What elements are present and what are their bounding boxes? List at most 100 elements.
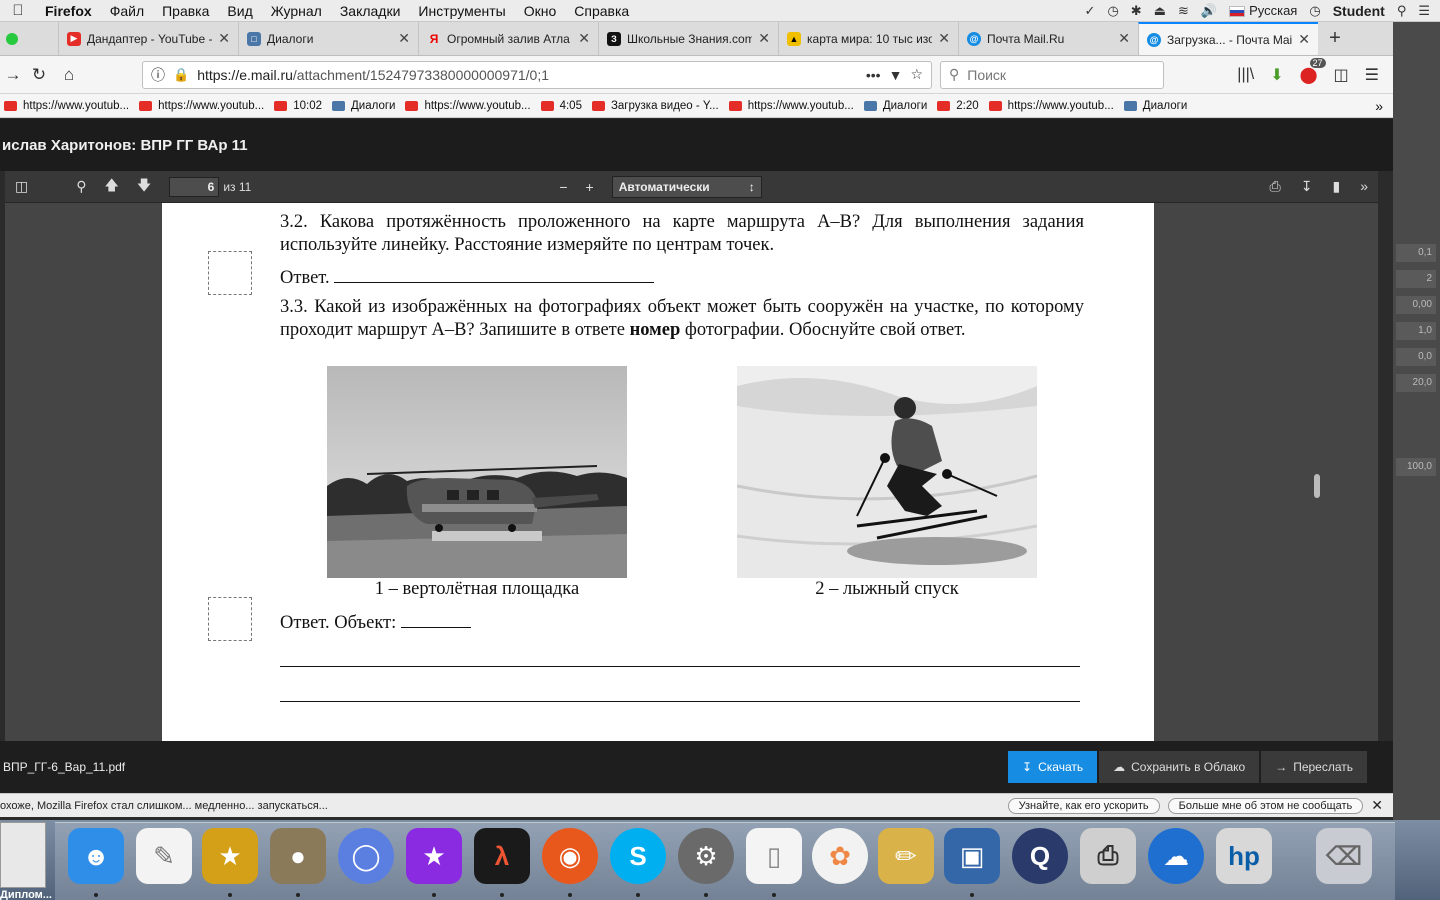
paint-icon[interactable]: ✏	[878, 828, 934, 884]
bookmark-item[interactable]: https://www.youtub...	[728, 100, 854, 112]
quicktime-icon[interactable]: Q	[1012, 828, 1068, 884]
bookmark-item[interactable]: Диалоги	[332, 100, 395, 112]
system-preferences-icon[interactable]: ⚙	[678, 828, 734, 884]
zoom-window-button[interactable]	[6, 32, 18, 45]
finder-icon[interactable]: ☻	[68, 828, 124, 884]
chrome-icon[interactable]: ◯	[338, 828, 394, 884]
tab-loading-mail[interactable]: @ Загрузка... - Почта Mai ✕	[1138, 22, 1318, 55]
download-icon[interactable]: ↧	[1301, 178, 1313, 195]
input-language[interactable]: Русская	[1229, 3, 1297, 18]
new-tab-button[interactable]: +	[1318, 22, 1352, 55]
save-to-cloud-button[interactable]: ☁ Сохранить в Облако	[1099, 751, 1260, 783]
tab-yandex[interactable]: Я Огромный залив Атла ✕	[418, 22, 598, 55]
skype-icon[interactable]: S	[610, 828, 666, 884]
apple-icon[interactable]: 	[0, 2, 36, 19]
clock-icon[interactable]: ◷	[1309, 3, 1320, 19]
dont-show-again-button[interactable]: Больше мне об этом не сообщать	[1167, 797, 1364, 814]
bookmark-item[interactable]: Диалоги	[863, 100, 927, 112]
close-tab-icon[interactable]: ✕	[398, 30, 410, 47]
page-actions-icon[interactable]: •••	[866, 67, 881, 83]
download-arrow-icon[interactable]: ⬇	[1270, 65, 1283, 85]
tab-dialogi[interactable]: □ Диалоги ✕	[238, 22, 418, 55]
tab-dandapter-youtube[interactable]: ▶ Дандаптер - YouTube - ✕	[58, 22, 238, 55]
tab-znania[interactable]: З Школьные Знания.com ✕	[598, 22, 778, 55]
bookmark-star-icon[interactable]: ☆	[910, 66, 923, 83]
search-input[interactable]: ⚲ Поиск	[940, 60, 1164, 89]
close-tab-icon[interactable]: ✕	[758, 30, 770, 47]
trash-icon[interactable]: ⌫	[1316, 828, 1372, 884]
sidebar-toggle-icon[interactable]: ◫	[1334, 65, 1349, 85]
close-tab-icon[interactable]: ✕	[218, 30, 230, 47]
notification-center-icon[interactable]: ☰	[1418, 3, 1430, 19]
bookmark-item[interactable]: 2:20	[937, 100, 979, 112]
lock-icon[interactable]: 🔒	[173, 67, 189, 83]
forward-button[interactable]: → Переслать	[1261, 751, 1367, 783]
zoom-out-button[interactable]: −	[559, 179, 567, 195]
learn-speedup-button[interactable]: Узнайте, как его ускорить	[1007, 797, 1160, 814]
checkmark-status-icon[interactable]: ✓	[1085, 3, 1096, 19]
user-name[interactable]: Student	[1333, 3, 1385, 19]
menu-window[interactable]: Окно	[515, 3, 566, 19]
menu-edit[interactable]: Правка	[153, 3, 218, 19]
library-icon[interactable]: |||\	[1237, 66, 1254, 84]
download-button[interactable]: ↧ Скачать	[1008, 751, 1098, 783]
virtualbox-icon[interactable]: ▣	[944, 828, 1000, 884]
scrollbar-thumb[interactable]	[1314, 474, 1320, 498]
zoom-in-button[interactable]: +	[586, 179, 594, 195]
bookmark-item[interactable]: https://www.youtub...	[405, 100, 531, 112]
hamburger-menu-icon[interactable]: ☰	[1365, 65, 1379, 85]
desktop-document-icon[interactable]	[0, 822, 46, 888]
textedit-icon[interactable]: ✎	[136, 828, 192, 884]
eject-icon[interactable]: ⏏	[1154, 3, 1166, 19]
openoffice-icon[interactable]: ☁	[1148, 828, 1204, 884]
bookmark-item[interactable]: 10:02	[274, 100, 322, 112]
document-icon[interactable]: ▯	[746, 828, 802, 884]
close-tab-icon[interactable]: ✕	[938, 30, 950, 47]
bookmark-item[interactable]: Загрузка видео - Y...	[591, 100, 719, 112]
arrow-up-icon[interactable]: 🡅	[105, 175, 119, 199]
tab-world-map[interactable]: ▲ карта мира: 10 тыс изо ✕	[778, 22, 958, 55]
adblock-icon[interactable]: ⬤ 27	[1300, 57, 1326, 85]
acrobat-icon[interactable]: λ	[474, 828, 530, 884]
imovie-star-icon[interactable]: ★	[406, 828, 462, 884]
time-machine-icon[interactable]: ◷	[1107, 3, 1118, 19]
print-icon[interactable]: ⎙	[1270, 178, 1281, 195]
firefox-icon[interactable]: ◉	[542, 828, 598, 884]
menu-help[interactable]: Справка	[565, 3, 638, 19]
info-icon[interactable]: ⓘ	[151, 65, 165, 85]
bluetooth-icon[interactable]: ✱	[1131, 3, 1142, 19]
arrow-down-icon[interactable]: 🡇	[137, 175, 151, 199]
bookmark-item[interactable]: Диалоги	[1123, 100, 1187, 112]
bookmark-item[interactable]: https://www.youtub...	[4, 100, 129, 112]
url-bar[interactable]: ⓘ 🔒 https://e.mail.ru/attachment/1524797…	[142, 60, 932, 89]
close-tab-icon[interactable]: ✕	[578, 30, 590, 47]
menu-tools[interactable]: Инструменты	[409, 3, 514, 19]
page-number-input[interactable]	[169, 176, 220, 197]
close-tab-icon[interactable]: ✕	[1118, 30, 1130, 47]
search-icon[interactable]: ⚲	[76, 178, 86, 195]
pocket-icon[interactable]: ▼	[889, 67, 903, 83]
close-tab-icon[interactable]: ✕	[1298, 31, 1310, 48]
bookmark-icon[interactable]: ▮	[1332, 178, 1340, 195]
home-icon[interactable]: ⌂	[56, 65, 82, 85]
photos-icon[interactable]: ✿	[812, 828, 868, 884]
menu-file[interactable]: Файл	[101, 3, 153, 19]
back-arrow-icon[interactable]: →	[0, 65, 26, 85]
sidebar-toggle-icon[interactable]: ◫	[15, 178, 28, 195]
bookmark-item[interactable]: https://www.youtub...	[988, 100, 1114, 112]
zoom-select[interactable]: Автоматически ↕	[611, 175, 762, 198]
menu-history[interactable]: Журнал	[262, 3, 331, 19]
menu-view[interactable]: Вид	[218, 3, 261, 19]
spotlight-search-icon[interactable]: ⚲	[1397, 3, 1407, 19]
bookmark-item[interactable]: 4:05	[540, 100, 582, 112]
gimp-icon[interactable]: ●	[270, 828, 326, 884]
chevron-right-icon[interactable]: »	[1375, 98, 1389, 114]
imovie-icon[interactable]: ★	[202, 828, 258, 884]
url-text[interactable]: https://e.mail.ru/attachment/15247973380…	[197, 67, 858, 83]
hp-icon[interactable]: hp	[1216, 828, 1272, 884]
reload-icon[interactable]: ↻	[26, 65, 52, 85]
menu-app-firefox[interactable]: Firefox	[36, 3, 101, 19]
close-icon[interactable]: ✕	[1371, 797, 1383, 814]
menu-bookmarks[interactable]: Закладки	[331, 3, 410, 19]
bookmark-item[interactable]: https://www.youtub...	[139, 100, 264, 112]
